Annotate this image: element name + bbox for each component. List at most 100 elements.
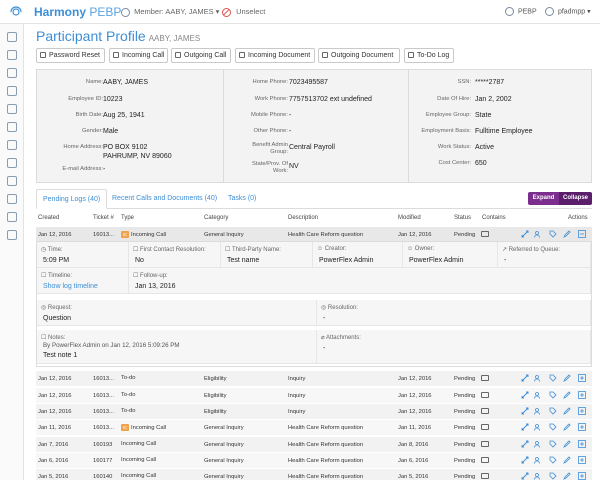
message-icon[interactable] bbox=[481, 424, 489, 430]
collapse-row-icon[interactable] bbox=[578, 230, 586, 238]
sidebar-document-edit-icon[interactable] bbox=[7, 68, 17, 78]
users-icon[interactable] bbox=[534, 374, 542, 382]
edit-icon[interactable] bbox=[563, 472, 571, 480]
expand-row-icon[interactable] bbox=[578, 472, 586, 480]
owner-value: PowerFlex Admin bbox=[409, 257, 464, 264]
table-row[interactable]: Jan 6, 2016 160177 Incoming Call General In… bbox=[36, 452, 592, 468]
password-reset-button[interactable]: Password Reset bbox=[36, 48, 105, 63]
expand-arrows-icon[interactable] bbox=[521, 391, 529, 399]
sidebar-user-icon[interactable] bbox=[7, 86, 17, 96]
cell-type: Incoming Call bbox=[121, 457, 156, 463]
users-icon[interactable] bbox=[534, 456, 542, 464]
edit-icon[interactable] bbox=[563, 230, 571, 238]
table-row[interactable]: Jan 5, 2016 160140 Incoming Call General In… bbox=[36, 468, 592, 480]
expand-row-icon[interactable] bbox=[578, 407, 586, 415]
edit-icon[interactable] bbox=[563, 440, 571, 448]
users-icon[interactable] bbox=[534, 391, 542, 399]
users-icon[interactable] bbox=[534, 230, 542, 238]
message-icon[interactable] bbox=[481, 408, 489, 414]
edit-icon[interactable] bbox=[563, 391, 571, 399]
tag-icon[interactable] bbox=[549, 374, 557, 382]
users-icon[interactable] bbox=[534, 423, 542, 431]
sidebar-list-icon[interactable] bbox=[7, 140, 17, 150]
tag-icon[interactable] bbox=[549, 230, 557, 238]
tag-icon[interactable] bbox=[549, 456, 557, 464]
table-row-selected[interactable]: Jan 12, 2016 16013... IC Incoming Call Ge… bbox=[36, 226, 592, 242]
page-title: Participant Profile AABY, JAMES bbox=[36, 28, 200, 44]
expand-row-icon[interactable] bbox=[578, 374, 586, 382]
third-party-label: Third-Party Name: bbox=[231, 247, 281, 253]
brand-sub: PEBP bbox=[89, 5, 122, 19]
plan-menu[interactable]: PEBP bbox=[505, 7, 537, 16]
message-icon[interactable] bbox=[481, 441, 489, 447]
tag-icon[interactable] bbox=[549, 391, 557, 399]
users-icon[interactable] bbox=[534, 440, 542, 448]
table-row[interactable]: Jan 7, 2016 160193 Incoming Call General In… bbox=[36, 436, 592, 452]
app-brand[interactable]: Harmony PEBP bbox=[34, 5, 121, 19]
expand-row-icon[interactable] bbox=[578, 423, 586, 431]
table-row[interactable]: Jan 12, 2016 16013... To-do Eligibility Inqu… bbox=[36, 403, 592, 419]
col-type[interactable]: Type bbox=[121, 215, 134, 221]
sidebar-users-icon[interactable] bbox=[7, 104, 17, 114]
message-icon[interactable] bbox=[481, 375, 489, 381]
sidebar-gift-icon[interactable] bbox=[7, 158, 17, 168]
col-modified[interactable]: Modified bbox=[398, 215, 421, 221]
message-icon[interactable] bbox=[481, 392, 489, 398]
users-icon[interactable] bbox=[534, 407, 542, 415]
sidebar-report-icon[interactable] bbox=[7, 194, 17, 204]
incoming-document-button[interactable]: Incoming Document bbox=[235, 48, 315, 63]
expand-arrows-icon[interactable] bbox=[521, 440, 529, 448]
sidebar-building-icon[interactable] bbox=[7, 122, 17, 132]
tag-icon[interactable] bbox=[549, 440, 557, 448]
sidebar-document-icon[interactable] bbox=[7, 50, 17, 60]
expand-arrows-icon[interactable] bbox=[521, 407, 529, 415]
expand-row-icon[interactable] bbox=[578, 391, 586, 399]
sidebar-user-settings-icon[interactable] bbox=[7, 212, 17, 222]
unselect-button[interactable]: Unselect bbox=[222, 7, 265, 17]
work-phone-value: 7757513702 ext undefined bbox=[289, 96, 372, 103]
table-row[interactable]: Jan 12, 2016 16013... To-do Eligibility Inqu… bbox=[36, 370, 592, 386]
expand-row-icon[interactable] bbox=[578, 456, 586, 464]
users-icon[interactable] bbox=[534, 472, 542, 480]
edit-icon[interactable] bbox=[563, 407, 571, 415]
edit-icon[interactable] bbox=[563, 423, 571, 431]
message-icon[interactable] bbox=[481, 457, 489, 463]
col-category[interactable]: Category bbox=[204, 215, 228, 221]
tab-pending-logs[interactable]: Pending Logs (40) bbox=[36, 189, 108, 209]
sidebar-search-icon[interactable] bbox=[7, 32, 17, 42]
tab-recent-calls-documents[interactable]: Recent Calls and Documents (40) bbox=[106, 189, 223, 209]
col-ticket[interactable]: Ticket # bbox=[93, 215, 114, 221]
tag-icon[interactable] bbox=[549, 407, 557, 415]
expand-row-icon[interactable] bbox=[578, 440, 586, 448]
notes-label: Notes: bbox=[48, 335, 66, 341]
tag-icon[interactable] bbox=[549, 423, 557, 431]
expand-arrows-icon[interactable] bbox=[521, 423, 529, 431]
sidebar-copy-icon[interactable] bbox=[7, 176, 17, 186]
tab-tasks[interactable]: Tasks (0) bbox=[222, 189, 262, 209]
member-menu[interactable]: Member: AABY, JAMES ▾ bbox=[121, 7, 219, 17]
message-icon[interactable] bbox=[481, 231, 489, 237]
col-created[interactable]: Created bbox=[38, 215, 59, 221]
expand-arrows-icon[interactable] bbox=[521, 456, 529, 464]
expand-arrows-icon[interactable] bbox=[521, 374, 529, 382]
col-description[interactable]: Description bbox=[288, 215, 318, 221]
outgoing-document-button[interactable]: Outgoing Document bbox=[318, 48, 400, 63]
show-log-timeline-link[interactable]: Show log timeline bbox=[43, 283, 98, 290]
edit-icon[interactable] bbox=[563, 456, 571, 464]
edit-icon[interactable] bbox=[563, 374, 571, 382]
incoming-call-button[interactable]: Incoming Call bbox=[109, 48, 168, 63]
outgoing-call-button[interactable]: Outgoing Call bbox=[171, 48, 231, 63]
expand-arrows-icon[interactable] bbox=[521, 230, 529, 238]
sidebar-cloud-icon[interactable] bbox=[7, 230, 17, 240]
expand-arrows-icon[interactable] bbox=[521, 472, 529, 480]
table-row[interactable]: Jan 12, 2016 16013... To-do Eligibility Inqu… bbox=[36, 387, 592, 403]
user-menu[interactable]: pfadmpp ▾ bbox=[545, 7, 591, 16]
todo-log-button[interactable]: To-Do Log bbox=[404, 48, 454, 63]
tag-icon[interactable] bbox=[549, 472, 557, 480]
expand-button[interactable]: Expand bbox=[528, 192, 559, 205]
message-icon[interactable] bbox=[481, 473, 489, 479]
collapse-button[interactable]: Collapse bbox=[559, 192, 592, 205]
gender-value: Male bbox=[103, 128, 119, 135]
col-status[interactable]: Status bbox=[454, 215, 471, 221]
table-row[interactable]: Jan 11, 2016 16013... IC Incoming Call Gener… bbox=[36, 419, 592, 435]
